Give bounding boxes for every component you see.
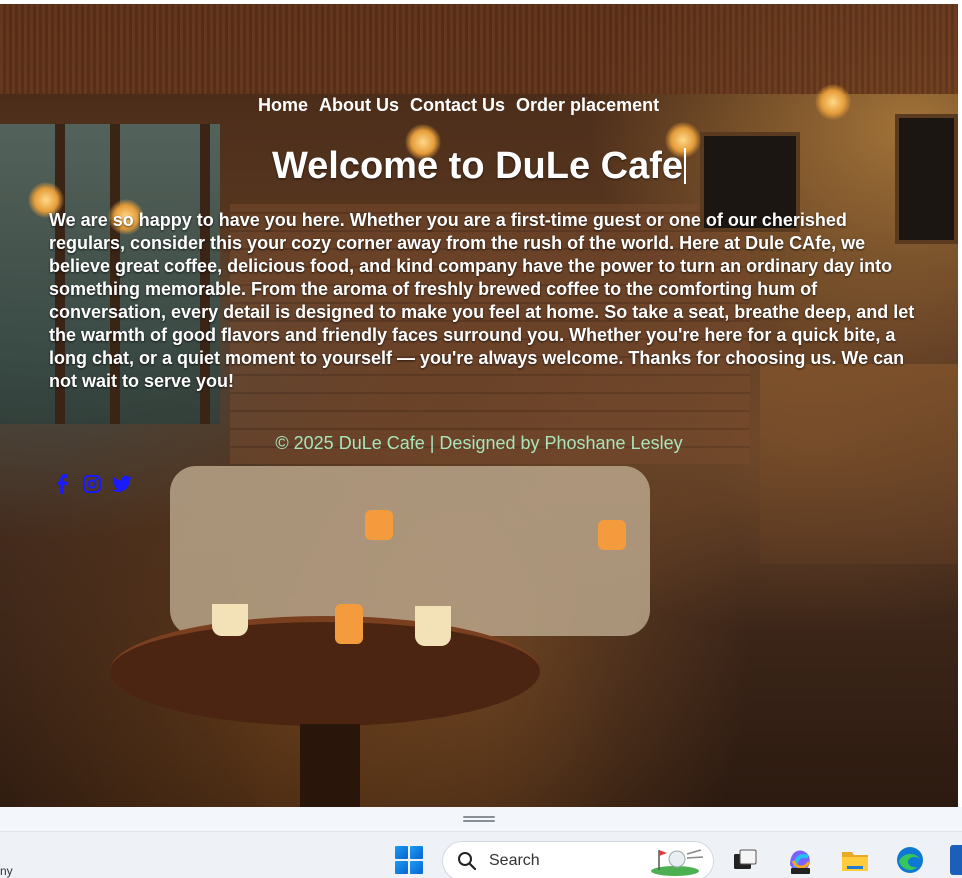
instagram-icon[interactable]	[82, 474, 102, 494]
nav-contact-link[interactable]: Contact Us	[410, 94, 505, 118]
twitter-icon[interactable]	[112, 474, 132, 494]
taskbar-search[interactable]: Search	[442, 841, 714, 878]
text-cursor	[684, 148, 687, 184]
taskbar-tray-text: ny	[0, 864, 13, 878]
task-view-icon[interactable]	[730, 845, 760, 875]
ceiling-decor	[0, 4, 958, 94]
golf-widget-icon	[651, 849, 704, 876]
social-links	[52, 474, 132, 494]
table-leg	[300, 724, 360, 807]
candle-icon	[598, 520, 626, 550]
candle-icon	[365, 510, 393, 540]
candle-icon	[335, 604, 363, 644]
nav-about-link[interactable]: About Us	[319, 94, 399, 118]
cafe-table	[110, 616, 540, 726]
search-label: Search	[489, 852, 540, 869]
m365-copilot-icon[interactable]	[785, 845, 815, 875]
footer-copyright: © 2025 DuLe Cafe | Designed by Phoshane …	[275, 433, 683, 453]
nav-order-link[interactable]: Order placement	[516, 94, 659, 118]
windows-start-icon[interactable]	[395, 846, 423, 874]
lamp-icon	[815, 84, 851, 120]
main-nav: Home About Us Contact Us Order placement	[258, 94, 659, 118]
file-explorer-icon[interactable]	[840, 845, 870, 875]
taskbar-app-icon[interactable]	[950, 845, 962, 875]
cup-icon	[415, 606, 451, 646]
cup-icon	[212, 604, 248, 636]
hero-background	[0, 4, 958, 807]
intro-paragraph: We are so happy to have you here. Whethe…	[49, 210, 915, 391]
counter-area	[760, 364, 958, 564]
page-title: Welcome to DuLe Cafe	[0, 143, 958, 189]
nav-home-link[interactable]: Home	[258, 94, 308, 118]
search-icon	[458, 852, 477, 871]
facebook-icon[interactable]	[52, 474, 72, 494]
page-title-text: Welcome to DuLe Cafe	[271, 145, 684, 187]
resize-handle[interactable]	[463, 816, 495, 824]
edge-icon[interactable]	[895, 845, 925, 875]
